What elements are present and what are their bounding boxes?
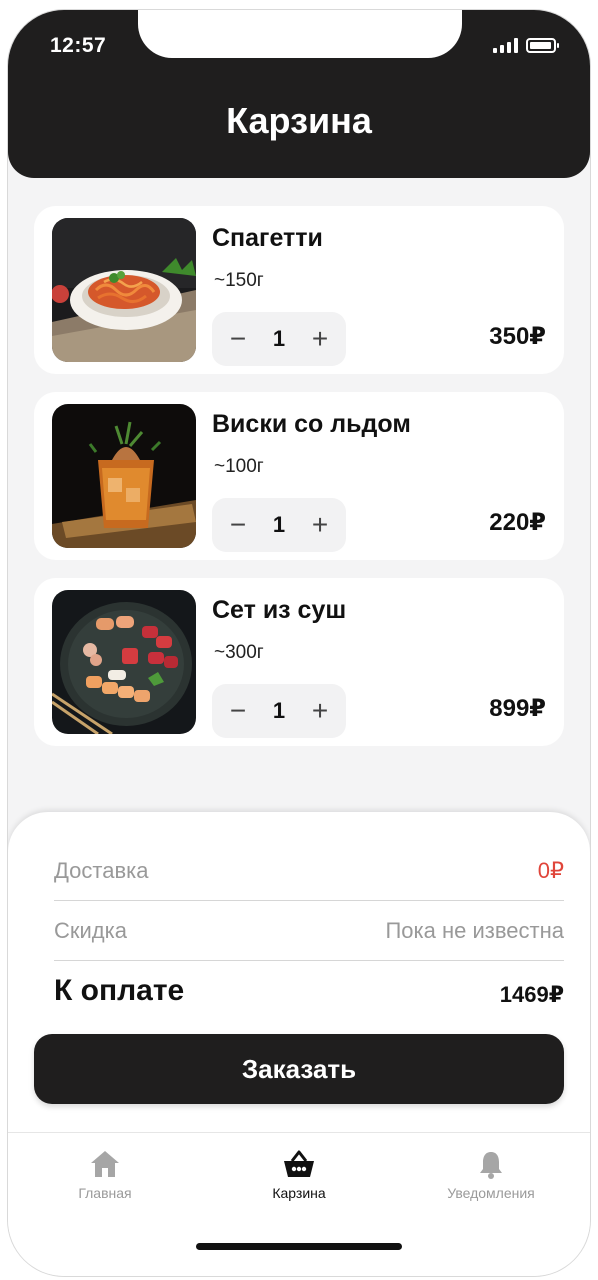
signal-bars-icon	[493, 37, 518, 53]
item-name: Виски со льдом	[212, 410, 411, 438]
cart-item: Спагетти ~150г − 1 + 350₽	[34, 206, 564, 374]
total-label: К оплате	[54, 974, 185, 1007]
total-value: 1469₽	[499, 982, 564, 1007]
item-weight: ~100г	[214, 456, 264, 477]
notch	[138, 10, 462, 58]
tab-label: Карзина	[272, 1185, 326, 1201]
phone-screen: 12:57 Карзина Спагетти ~150г − 1 + 350₽ …	[8, 10, 590, 1276]
status-time: 12:57	[50, 34, 107, 57]
delivery-value: 0₽	[537, 858, 564, 883]
order-summary: Доставка 0₽ Скидка Пока не известна К оп…	[8, 812, 590, 1132]
quantity-value: 1	[272, 326, 286, 351]
battery-icon	[526, 38, 559, 53]
item-name: Сет из суш	[212, 596, 347, 624]
decrease-quantity-button[interactable]: −	[216, 312, 260, 366]
food-image-spaghetti	[52, 218, 196, 362]
discount-value: Пока не известна	[385, 918, 564, 943]
item-price: 220₽	[489, 509, 546, 536]
quantity-stepper: − 1 +	[212, 684, 346, 738]
quantity-stepper: − 1 +	[212, 312, 346, 366]
item-price: 350₽	[489, 323, 546, 350]
basket-icon	[284, 1150, 314, 1177]
food-image-sushi	[52, 590, 196, 734]
discount-label: Скидка	[54, 918, 127, 943]
item-price: 899₽	[489, 695, 546, 722]
tab-label: Уведомления	[447, 1185, 535, 1201]
divider	[54, 960, 564, 961]
page-title: Карзина	[226, 100, 372, 141]
decrease-quantity-button[interactable]: −	[216, 684, 260, 738]
decrease-quantity-button[interactable]: −	[216, 498, 260, 552]
header: 12:57 Карзина	[8, 10, 590, 178]
increase-quantity-button[interactable]: +	[298, 684, 342, 738]
tab-notifications[interactable]: Уведомления	[406, 1149, 576, 1201]
quantity-stepper: − 1 +	[212, 498, 346, 552]
cart-item: Виски со льдом ~100г − 1 + 220₽	[34, 392, 564, 560]
delivery-label: Доставка	[54, 858, 149, 883]
increase-quantity-button[interactable]: +	[298, 312, 342, 366]
tab-bar: Главная Карзина Уведомления	[8, 1132, 590, 1276]
quantity-value: 1	[272, 512, 286, 537]
food-image-whisky	[52, 404, 196, 548]
bell-icon	[480, 1152, 502, 1179]
order-button[interactable]: Заказать	[34, 1034, 564, 1104]
quantity-value: 1	[272, 698, 286, 723]
increase-quantity-button[interactable]: +	[298, 498, 342, 552]
home-indicator	[196, 1243, 402, 1250]
status-icons	[493, 37, 559, 53]
tab-home[interactable]: Главная	[20, 1149, 190, 1201]
tab-label: Главная	[78, 1185, 132, 1201]
home-icon	[91, 1151, 119, 1177]
item-name: Спагетти	[212, 224, 323, 252]
divider	[54, 900, 564, 901]
item-weight: ~300г	[214, 642, 264, 663]
cart-item: Сет из суш ~300г − 1 + 899₽	[34, 578, 564, 746]
tab-cart[interactable]: Карзина	[214, 1149, 384, 1201]
item-weight: ~150г	[214, 270, 264, 291]
